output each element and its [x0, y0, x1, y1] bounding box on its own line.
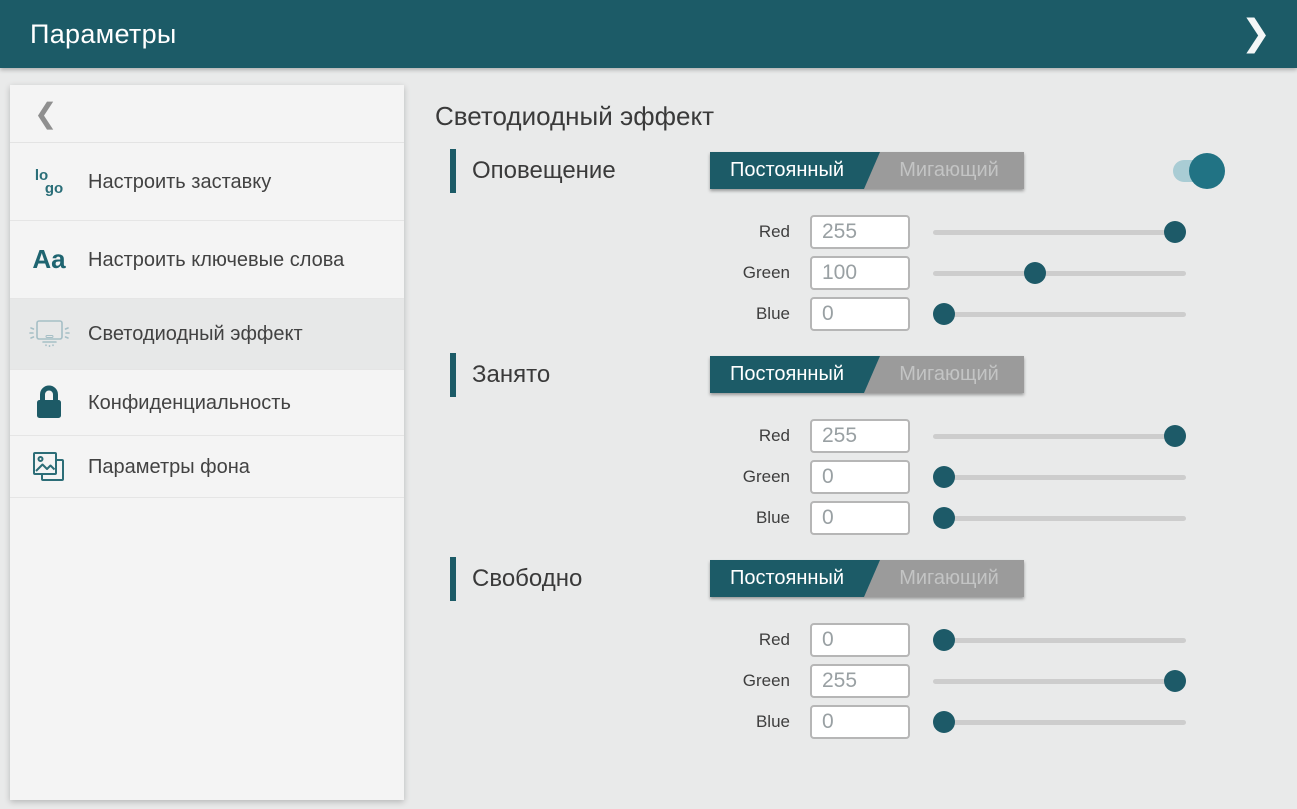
panel-title: Светодиодный эффект [435, 101, 1297, 132]
green-row: Green [705, 664, 1297, 698]
mode-toggle: Постоянный Мигающий [710, 152, 1024, 189]
red-slider[interactable] [933, 419, 1186, 453]
sidebar-item-keywords[interactable]: Aa Настроить ключевые слова [10, 221, 404, 299]
logo-icon: lo go [35, 169, 63, 195]
blue-row: Blue [705, 297, 1297, 331]
page-title: Параметры [0, 19, 177, 50]
blue-row: Blue [705, 501, 1297, 535]
mode-constant-button[interactable]: Постоянный [710, 356, 880, 393]
red-value-input[interactable] [810, 215, 910, 249]
images-icon [29, 447, 69, 487]
green-row: Green [705, 256, 1297, 290]
led-enable-switch[interactable] [1173, 153, 1226, 189]
blue-row: Blue [705, 705, 1297, 739]
red-slider[interactable] [933, 623, 1186, 657]
section-free: Свободно Постоянный Мигающий Red Green [435, 557, 1297, 739]
red-row: Red [705, 419, 1297, 453]
green-slider[interactable] [933, 256, 1186, 290]
section-accent-bar [450, 353, 456, 397]
green-value-input[interactable] [810, 460, 910, 494]
blue-label: Blue [705, 508, 790, 528]
slider-thumb[interactable] [933, 711, 955, 733]
blue-value-input[interactable] [810, 705, 910, 739]
sidebar-item-background[interactable]: Параметры фона [10, 436, 404, 498]
blue-label: Blue [705, 304, 790, 324]
sidebar-item-label: Параметры фона [88, 454, 404, 480]
font-aa-icon: Aa [32, 244, 65, 275]
mode-toggle: Постоянный Мигающий [710, 560, 1024, 597]
blue-slider[interactable] [933, 501, 1186, 535]
red-value-input[interactable] [810, 623, 910, 657]
mode-blinking-button[interactable]: Мигающий [874, 152, 1024, 189]
red-label: Red [705, 222, 790, 242]
blue-slider[interactable] [933, 297, 1186, 331]
red-value-input[interactable] [810, 419, 910, 453]
sidebar-item-label: Настроить ключевые слова [88, 247, 404, 273]
green-value-input[interactable] [810, 256, 910, 290]
section-title: Свободно [472, 565, 582, 593]
blue-value-input[interactable] [810, 297, 910, 331]
sidebar-item-led-effect[interactable]: Светодиодный эффект [10, 299, 404, 370]
blue-slider[interactable] [933, 705, 1186, 739]
slider-thumb[interactable] [1164, 425, 1186, 447]
green-label: Green [705, 263, 790, 283]
blue-label: Blue [705, 712, 790, 732]
sidebar-item-label: Светодиодный эффект [88, 321, 404, 347]
mode-blinking-button[interactable]: Мигающий [874, 356, 1024, 393]
green-row: Green [705, 460, 1297, 494]
monitor-led-icon [25, 316, 73, 352]
section-accent-bar [450, 557, 456, 601]
switch-knob [1189, 153, 1225, 189]
blue-value-input[interactable] [810, 501, 910, 535]
slider-thumb[interactable] [933, 629, 955, 651]
red-label: Red [705, 426, 790, 446]
sidebar-item-screensaver[interactable]: lo go Настроить заставку [10, 143, 404, 221]
sidebar: ❮ lo go Настроить заставку Aa Настроить … [10, 85, 404, 800]
section-notification: Оповещение Постоянный Мигающий Red [435, 149, 1297, 331]
red-label: Red [705, 630, 790, 650]
slider-thumb[interactable] [933, 466, 955, 488]
section-busy: Занято Постоянный Мигающий Red Green [435, 353, 1297, 535]
green-value-input[interactable] [810, 664, 910, 698]
red-row: Red [705, 215, 1297, 249]
section-accent-bar [450, 149, 456, 193]
slider-thumb[interactable] [1024, 262, 1046, 284]
slider-thumb[interactable] [1164, 670, 1186, 692]
sidebar-item-label: Настроить заставку [88, 169, 404, 195]
mode-blinking-button[interactable]: Мигающий [874, 560, 1024, 597]
lock-icon [33, 384, 65, 422]
app-header: Параметры ❯ [0, 0, 1297, 68]
green-label: Green [705, 671, 790, 691]
sidebar-item-label: Конфиденциальность [88, 390, 404, 416]
mode-toggle: Постоянный Мигающий [710, 356, 1024, 393]
mode-constant-button[interactable]: Постоянный [710, 152, 880, 189]
sidebar-item-privacy[interactable]: Конфиденциальность [10, 370, 404, 436]
section-title: Занято [472, 361, 550, 389]
mode-constant-button[interactable]: Постоянный [710, 560, 880, 597]
green-slider[interactable] [933, 460, 1186, 494]
green-label: Green [705, 467, 790, 487]
led-effect-panel: Светодиодный эффект Оповещение Постоянны… [435, 85, 1297, 761]
slider-thumb[interactable] [1164, 221, 1186, 243]
green-slider[interactable] [933, 664, 1186, 698]
sidebar-back-button[interactable]: ❮ [10, 85, 404, 143]
forward-chevron-icon[interactable]: ❯ [1233, 12, 1279, 56]
red-slider[interactable] [933, 215, 1186, 249]
slider-thumb[interactable] [933, 507, 955, 529]
slider-thumb[interactable] [933, 303, 955, 325]
red-row: Red [705, 623, 1297, 657]
section-title: Оповещение [472, 157, 616, 185]
back-chevron-icon: ❮ [34, 97, 57, 130]
